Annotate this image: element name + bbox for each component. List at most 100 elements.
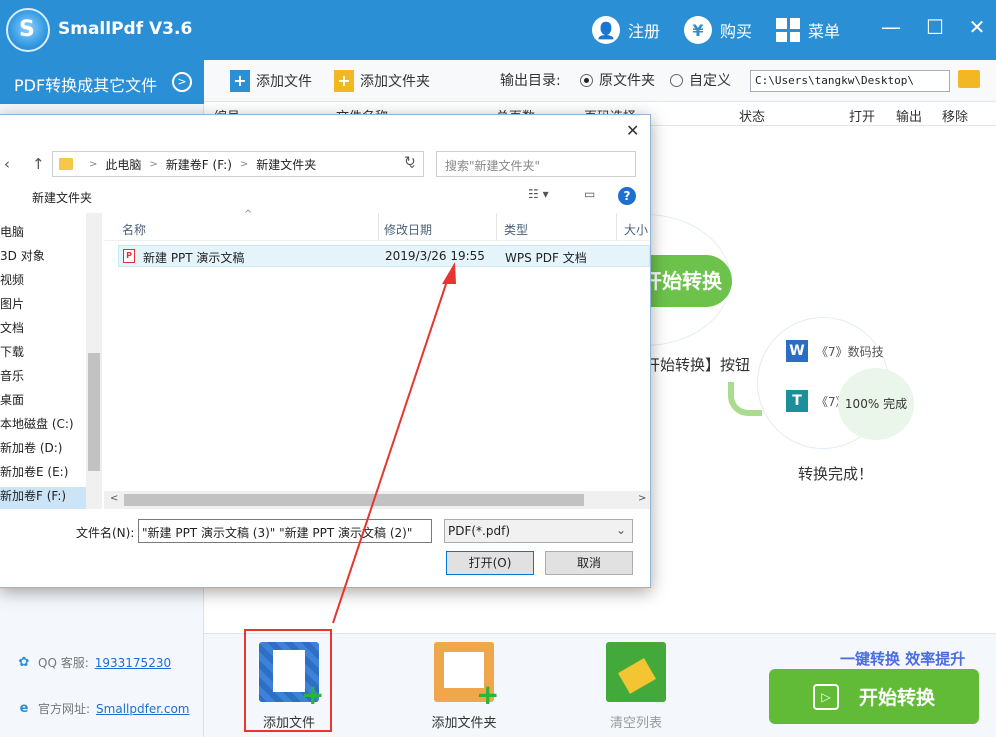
nav-item[interactable]: 新加卷F (F:) xyxy=(0,487,86,509)
add-folder-big-icon: + xyxy=(434,642,499,709)
browser-e-icon: e xyxy=(19,700,29,716)
file-modified: 2019/3/26 19:55 xyxy=(385,249,485,263)
bottom-add-folder-label: 添加文件夹 xyxy=(431,716,497,731)
text-doc-icon: T xyxy=(786,390,808,412)
register-button[interactable]: 👤 注册 xyxy=(592,15,660,45)
register-label: 注册 xyxy=(628,22,661,41)
nav-item[interactable]: 图片 xyxy=(0,295,86,317)
scroll-left-icon[interactable]: < xyxy=(110,493,118,504)
guide-doc-row-1-text: 《7》数码技 xyxy=(816,344,884,359)
filetype-select[interactable]: PDF(*.pdf) ⌄ xyxy=(444,519,633,543)
radio-original-label: 原文件夹 xyxy=(599,73,655,89)
breadcrumb-drive[interactable]: 新建卷F (F:) xyxy=(166,156,232,173)
qq-support: ✿ QQ 客服: 1933175230 xyxy=(16,654,172,671)
output-path-field[interactable]: C:\Users\tangkw\Desktop\ xyxy=(750,70,950,92)
yen-icon: ¥ xyxy=(684,16,712,44)
sidebar-mode-selector[interactable]: PDF转换成其它文件 > xyxy=(0,60,204,104)
nav-item[interactable]: 电脑 xyxy=(0,223,86,245)
nav-up-icon[interactable]: ↑ xyxy=(32,155,45,173)
hscroll-thumb[interactable] xyxy=(124,494,584,506)
guide-percent-done: 完成 xyxy=(883,397,908,411)
filename-input[interactable]: "新建 PPT 演示文稿 (3)" "新建 PPT 演示文稿 (2)" xyxy=(138,519,432,543)
qq-number-link[interactable]: 1933175230 xyxy=(95,656,171,670)
site-link[interactable]: Smallpdfer.com xyxy=(96,702,189,716)
guide-doc-row-1: W 《7》数码技 xyxy=(786,340,884,362)
nav-item[interactable]: 新加卷E (E:) xyxy=(0,463,86,485)
site-label: 官方网址: xyxy=(38,702,91,716)
bottom-clear-list-label: 清空列表 xyxy=(609,716,662,731)
nav-item[interactable]: 视频 xyxy=(0,271,86,293)
menu-label: 菜单 xyxy=(808,22,841,41)
nav-pane-scrollbar[interactable] xyxy=(86,213,102,509)
close-button[interactable]: ✕ xyxy=(962,14,992,40)
nav-item[interactable]: 桌面 xyxy=(0,391,86,413)
breadcrumb-sep-icon: > xyxy=(239,158,249,170)
maximize-button[interactable]: ☐ xyxy=(920,14,950,40)
file-name: 新建 PPT 演示文稿 xyxy=(143,251,245,265)
nav-item[interactable]: 文档 xyxy=(0,319,86,341)
col-file-name[interactable]: 名称 xyxy=(122,221,146,238)
breadcrumb-sep-icon: > xyxy=(89,158,98,170)
file-list-hscrollbar[interactable]: < > xyxy=(104,491,650,509)
bottom-add-file-button[interactable]: + 添加文件 xyxy=(234,642,344,731)
nav-item[interactable]: 新加卷 (D:) xyxy=(0,439,86,461)
help-icon[interactable]: ? xyxy=(618,187,636,205)
dialog-close-icon[interactable]: ✕ xyxy=(626,121,639,140)
nav-item[interactable]: 3D 对象 xyxy=(0,247,86,269)
sort-up-icon: ^ xyxy=(244,209,253,220)
dialog-search-input[interactable]: 搜索"新建文件夹" xyxy=(436,151,636,177)
open-file-dialog: ✕ ‹ ↑ > 此电脑 > 新建卷F (F:) > 新建文件夹 ⌄ ↻ 搜索"新… xyxy=(0,114,651,588)
radio-custom-label: 自定义 xyxy=(689,73,731,89)
col-open: 打开 xyxy=(849,110,876,125)
nav-item[interactable]: 本地磁盘 (C:) xyxy=(0,415,86,437)
new-folder-button[interactable]: 新建文件夹 xyxy=(32,189,92,206)
buy-label: 购买 xyxy=(720,22,753,41)
broom-icon xyxy=(606,642,666,702)
scroll-right-icon[interactable]: > xyxy=(638,493,646,504)
app-logo-letter: S xyxy=(19,17,35,42)
col-modified[interactable]: 修改日期 xyxy=(384,221,432,238)
add-file-big-icon: + xyxy=(259,642,324,709)
output-dir-label: 输出目录: xyxy=(500,73,561,89)
sidebar-mode-label: PDF转换成其它文件 xyxy=(14,76,158,95)
address-bar: ‹ ↑ > 此电脑 > 新建卷F (F:) > 新建文件夹 ⌄ ↻ 搜索"新建文… xyxy=(0,151,652,181)
breadcrumb-pc[interactable]: 此电脑 xyxy=(105,156,141,173)
preview-pane-icon[interactable]: ▭ xyxy=(584,187,595,201)
buy-button[interactable]: ¥ 购买 xyxy=(684,15,752,45)
open-button[interactable]: 打开(O) xyxy=(446,551,534,575)
qq-label: QQ 客服: xyxy=(38,656,89,670)
folder-icon xyxy=(59,158,73,170)
chevron-down-icon: ⌄ xyxy=(615,523,626,537)
file-row[interactable]: P 新建 PPT 演示文稿 2019/3/26 19:55 WPS PDF 文档 xyxy=(118,245,650,267)
guide-hint-text: 开始转换】按钮 xyxy=(645,356,751,374)
col-size[interactable]: 大小 xyxy=(624,221,648,238)
toolbar-add-folder-button[interactable]: + 添加文件夹 xyxy=(334,70,430,92)
bottom-add-folder-button[interactable]: + 添加文件夹 xyxy=(409,642,519,731)
official-site: e 官方网址: Smallpdfer.com xyxy=(16,700,190,717)
breadcrumb-folder[interactable]: 新建文件夹 xyxy=(256,156,316,173)
nav-scroll-thumb[interactable] xyxy=(88,353,100,471)
bottom-action-bar: + 添加文件 + 添加文件夹 清空列表 一键转换 效率提升 ▷ 开始转换 xyxy=(204,629,996,737)
cancel-button[interactable]: 取消 xyxy=(545,551,633,575)
nav-back-icon[interactable]: ‹ xyxy=(4,155,10,173)
menu-button[interactable]: 菜单 xyxy=(776,15,840,45)
col-status: 状态 xyxy=(739,110,766,125)
nav-item[interactable]: 音乐 xyxy=(0,367,86,389)
browse-folder-icon[interactable] xyxy=(958,70,980,88)
user-add-icon: 👤 xyxy=(592,16,620,44)
nav-item[interactable]: 下载 xyxy=(0,343,86,365)
start-convert-button[interactable]: ▷ 开始转换 xyxy=(769,669,979,724)
slogan-text: 一键转换 效率提升 xyxy=(840,650,966,668)
view-options-icon[interactable]: ☷ ▾ xyxy=(528,187,549,201)
minimize-button[interactable]: — xyxy=(876,14,906,40)
bottom-clear-list-button[interactable]: 清空列表 xyxy=(581,642,691,731)
radio-custom-folder[interactable]: 自定义 xyxy=(670,70,731,90)
word-doc-icon: W xyxy=(786,340,808,362)
radio-original-folder[interactable]: 原文件夹 xyxy=(580,70,655,90)
file-list: 名称 ^ 修改日期 类型 大小 P 新建 PPT 演示文稿 2019/3/26 … xyxy=(104,209,650,491)
toolbar-add-file-button[interactable]: + 添加文件 xyxy=(230,70,312,92)
breadcrumb[interactable]: > 此电脑 > 新建卷F (F:) > 新建文件夹 ⌄ xyxy=(52,151,424,177)
refresh-icon[interactable]: ↻ xyxy=(404,154,416,170)
dialog-toolbar: 新建文件夹 ☷ ▾ ▭ ? xyxy=(0,185,652,209)
col-type[interactable]: 类型 xyxy=(504,221,528,238)
